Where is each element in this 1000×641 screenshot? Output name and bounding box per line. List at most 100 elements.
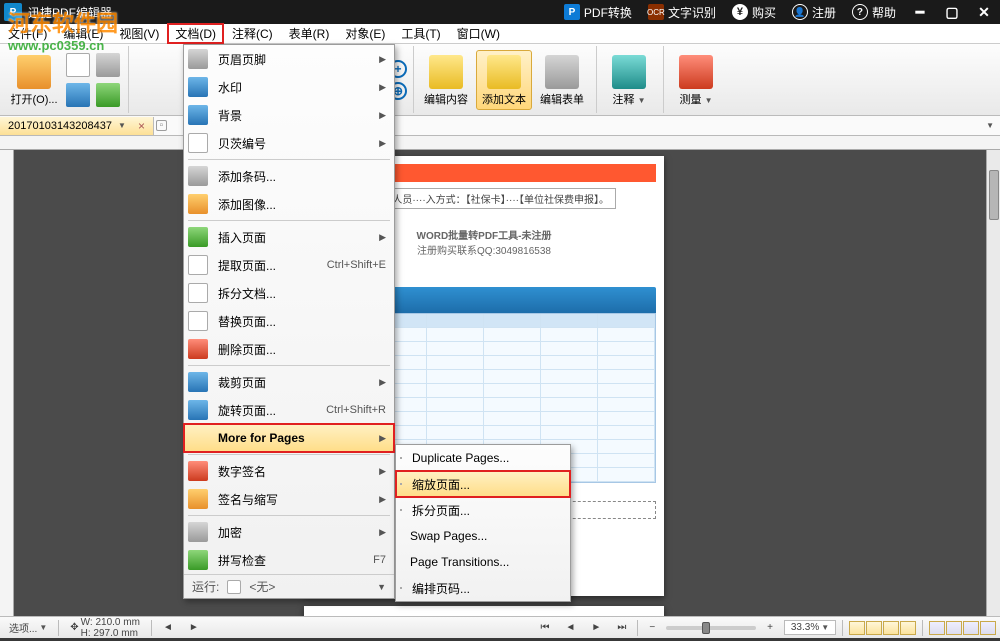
tab-document-1[interactable]: 20170103143208437 ▼ × bbox=[0, 117, 154, 135]
first-page-button[interactable]: ⏮ bbox=[536, 620, 555, 635]
menu-bar: 文件(F) 编辑(E) 视图(V) 文档(D) 注释(C) 表单(R) 对象(E… bbox=[0, 24, 1000, 44]
add-image-icon bbox=[188, 194, 208, 214]
chevron-down-icon: ▼ bbox=[638, 96, 646, 105]
submenu-split[interactable]: 拆分页面... bbox=[396, 497, 570, 523]
tabs-menu-button[interactable]: ▼ bbox=[986, 121, 1000, 130]
view-continuous-icon[interactable] bbox=[866, 621, 882, 635]
submenu-duplicate[interactable]: Duplicate Pages... bbox=[396, 445, 570, 471]
open-button[interactable]: 打开(O)... bbox=[6, 51, 62, 109]
new-tab-button[interactable]: ▫ bbox=[156, 120, 167, 131]
menu-comment[interactable]: 注释(C) bbox=[224, 23, 281, 44]
menu-background[interactable]: 背景▶ bbox=[184, 101, 394, 129]
layout-3-icon[interactable] bbox=[963, 621, 979, 635]
measure-label: 测量 bbox=[680, 94, 702, 106]
close-button[interactable]: ✕ bbox=[968, 0, 1000, 24]
measure-button[interactable]: 测量 ▼ bbox=[668, 51, 724, 109]
chevron-down-icon: ▼ bbox=[821, 623, 829, 632]
menu-run-row[interactable]: 运行: <无> ▼ bbox=[184, 574, 394, 598]
layout-1-icon[interactable] bbox=[929, 621, 945, 635]
menu-form[interactable]: 表单(R) bbox=[281, 23, 338, 44]
zoom-value[interactable]: 33.3% ▼ bbox=[784, 620, 836, 635]
save-icon bbox=[66, 83, 90, 107]
document-tabs: 20170103143208437 ▼ × ▫ ▼ bbox=[0, 116, 1000, 136]
initials-icon bbox=[188, 489, 208, 509]
menu-bates[interactable]: 贝茨编号▶ bbox=[184, 129, 394, 157]
prev-page-button[interactable]: ◄ bbox=[158, 620, 178, 635]
annotate-button[interactable]: 注释 ▼ bbox=[601, 51, 657, 109]
menu-header-footer[interactable]: 页眉页脚▶ bbox=[184, 45, 394, 73]
menu-rotate-page[interactable]: 旋转页面...Ctrl+Shift+R bbox=[184, 396, 394, 424]
chevron-down-icon[interactable]: ▼ bbox=[118, 121, 132, 130]
maximize-button[interactable]: ▢ bbox=[936, 0, 968, 24]
zoom-out-status[interactable]: − bbox=[644, 620, 660, 635]
zoom-slider[interactable] bbox=[666, 626, 756, 630]
email-button[interactable] bbox=[94, 81, 122, 109]
app-title: 迅捷PDF编辑器 bbox=[28, 4, 556, 21]
submenu-renumber[interactable]: 编排页码... bbox=[396, 575, 570, 601]
buy-button[interactable]: ¥购买 bbox=[724, 0, 784, 24]
menu-window[interactable]: 窗口(W) bbox=[449, 23, 508, 44]
layout-mode-buttons bbox=[929, 621, 996, 635]
menu-split-doc[interactable]: 拆分文档... bbox=[184, 279, 394, 307]
page-preview-2 bbox=[304, 606, 664, 616]
print-button[interactable] bbox=[94, 51, 122, 79]
menu-document[interactable]: 文档(D) bbox=[167, 23, 224, 44]
help-button[interactable]: ?帮助 bbox=[844, 0, 904, 24]
mail-icon bbox=[96, 83, 120, 107]
menu-replace-page[interactable]: 替换页面... bbox=[184, 307, 394, 335]
submenu-swap[interactable]: Swap Pages... bbox=[396, 523, 570, 549]
menu-more-for-pages[interactable]: More for Pages▶ bbox=[184, 424, 394, 452]
next-page-button[interactable]: ► bbox=[184, 620, 204, 635]
menu-delete-page[interactable]: 删除页面... bbox=[184, 335, 394, 363]
layout-2-icon[interactable] bbox=[946, 621, 962, 635]
ocr-button[interactable]: OCR文字识别 bbox=[640, 0, 724, 24]
add-text-button[interactable]: 添加文本 bbox=[476, 50, 532, 110]
prev-page-button-2[interactable]: ◄ bbox=[561, 620, 581, 635]
menu-add-barcode[interactable]: 添加条码... bbox=[184, 162, 394, 190]
menu-view[interactable]: 视图(V) bbox=[111, 23, 167, 44]
register-button[interactable]: 👤注册 bbox=[784, 0, 844, 24]
menu-crop-page[interactable]: 裁剪页面▶ bbox=[184, 368, 394, 396]
open-label: 打开(O)... bbox=[10, 91, 57, 107]
menu-encrypt[interactable]: 加密▶ bbox=[184, 518, 394, 546]
tab-close-button[interactable]: × bbox=[138, 119, 145, 133]
title-bar: P 迅捷PDF编辑器 PPDF转换 OCR文字识别 ¥购买 👤注册 ?帮助 ━ … bbox=[0, 0, 1000, 24]
save-button[interactable] bbox=[64, 81, 92, 109]
run-value: <无> bbox=[249, 578, 275, 595]
options-button[interactable]: 选项... ▼ bbox=[4, 618, 52, 637]
duplicate-icon bbox=[400, 457, 402, 459]
edit-content-button[interactable]: 编辑内容 bbox=[418, 51, 474, 109]
view-facing-icon[interactable] bbox=[883, 621, 899, 635]
menu-insert-page[interactable]: 插入页面▶ bbox=[184, 223, 394, 251]
menu-edit[interactable]: 编辑(E) bbox=[55, 23, 111, 44]
more-pages-submenu: Duplicate Pages... 缩放页面... 拆分页面... Swap … bbox=[395, 444, 571, 602]
menu-spell-check[interactable]: 拼写检查F7 bbox=[184, 546, 394, 574]
view-single-icon[interactable] bbox=[849, 621, 865, 635]
vertical-scrollbar[interactable] bbox=[986, 150, 1000, 616]
menu-tool[interactable]: 工具(T) bbox=[393, 23, 448, 44]
menu-extract-page[interactable]: 提取页面...Ctrl+Shift+E bbox=[184, 251, 394, 279]
menu-add-image[interactable]: 添加图像... bbox=[184, 190, 394, 218]
view-facing-continuous-icon[interactable] bbox=[900, 621, 916, 635]
menu-digital-sign[interactable]: 数字签名▶ bbox=[184, 457, 394, 485]
submenu-transitions[interactable]: Page Transitions... bbox=[396, 549, 570, 575]
new-doc-button[interactable] bbox=[64, 51, 92, 79]
zoom-slider-knob[interactable] bbox=[702, 622, 710, 634]
edit-form-button[interactable]: 编辑表单 bbox=[534, 51, 590, 109]
zoom-in-status[interactable]: + bbox=[762, 620, 778, 635]
layout-4-icon[interactable] bbox=[980, 621, 996, 635]
add-text-icon bbox=[487, 55, 521, 89]
scrollbar-thumb[interactable] bbox=[989, 170, 999, 220]
menu-watermark[interactable]: 水印▶ bbox=[184, 73, 394, 101]
menu-file[interactable]: 文件(F) bbox=[0, 23, 55, 44]
minimize-button[interactable]: ━ bbox=[904, 0, 936, 24]
blank-page-icon bbox=[66, 53, 90, 77]
menu-sign-initial[interactable]: 签名与缩写▶ bbox=[184, 485, 394, 513]
spellcheck-icon bbox=[188, 550, 208, 570]
crop-icon bbox=[188, 372, 208, 392]
next-page-button-2[interactable]: ► bbox=[586, 620, 606, 635]
pdf-convert-button[interactable]: PPDF转换 bbox=[556, 0, 640, 24]
last-page-button[interactable]: ⏭ bbox=[612, 620, 631, 635]
menu-object[interactable]: 对象(E) bbox=[337, 23, 393, 44]
submenu-resize[interactable]: 缩放页面... bbox=[396, 471, 570, 497]
